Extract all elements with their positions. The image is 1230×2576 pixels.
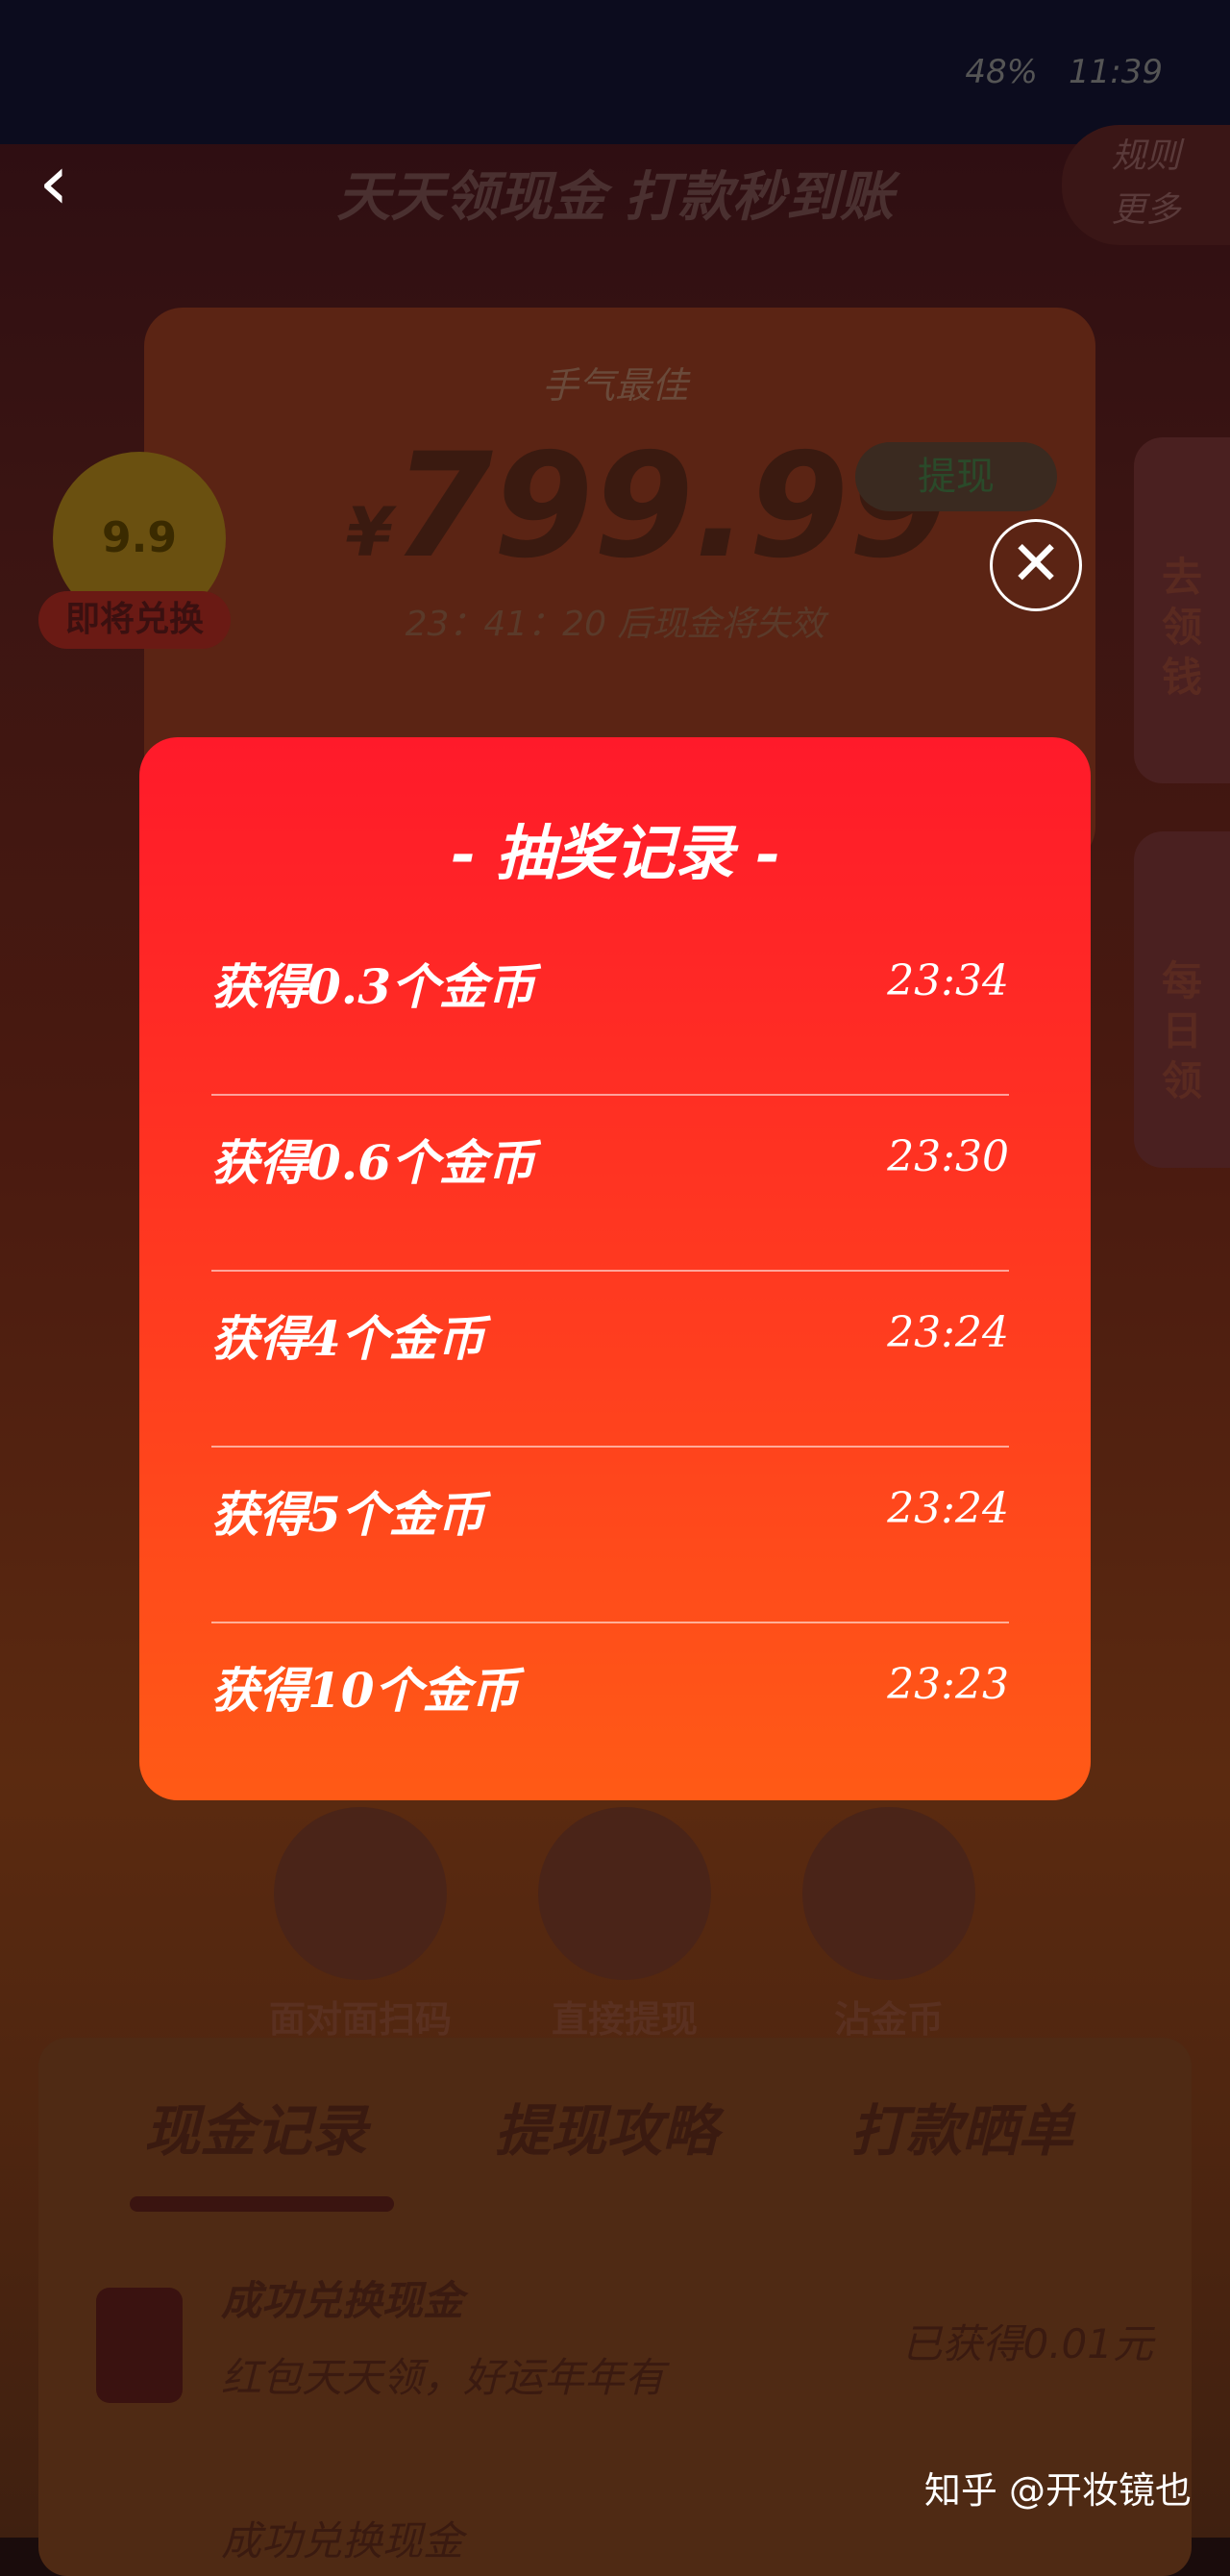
action-label: 面对面扫码: [268, 1998, 452, 2041]
tab-withdraw-guide[interactable]: 提现攻略: [495, 2086, 718, 2167]
action-coins[interactable]: 沾金币: [774, 1807, 1004, 2043]
tab-payout-share[interactable]: 打款晒单: [850, 2086, 1073, 2167]
page-title: 天天领现金 打款秒到账: [336, 166, 894, 229]
record-time: 23:24: [887, 1308, 1009, 1357]
record-time: 23:34: [887, 956, 1009, 1005]
qr-code-icon: [274, 1807, 447, 1980]
record-time: 23:24: [887, 1484, 1009, 1533]
wechat-icon: [538, 1807, 711, 1980]
action-scan[interactable]: 面对面扫码: [245, 1807, 476, 2043]
rules-badge[interactable]: 规则 更多: [1062, 125, 1230, 245]
record-label: 获得0.6个金币: [211, 1134, 535, 1191]
luck-label: 手气最佳: [541, 364, 688, 407]
record-title: 成功兑换现金: [221, 2517, 464, 2564]
currency-symbol: ¥: [346, 493, 393, 572]
list-item: 获得5个金币 23:24: [211, 1448, 1009, 1623]
record-title: 成功兑换现金: [221, 2277, 464, 2324]
record-label: 获得0.3个金币: [211, 958, 535, 1015]
tab-underline: [130, 2196, 394, 2212]
side-tab-char: 日: [1161, 1007, 1202, 1054]
side-tab-char: 钱: [1161, 654, 1202, 701]
modal-title: - 抽奖记录 -: [450, 818, 780, 888]
watermark: 知乎 @开妆镜也: [923, 2469, 1192, 2512]
side-tab-char: 去: [1161, 554, 1202, 601]
side-tab-char: 领: [1161, 1057, 1202, 1104]
record-time: 23:23: [887, 1660, 1009, 1709]
action-label: 直接提现: [551, 1998, 698, 2041]
record-label: 获得4个金币: [211, 1310, 485, 1367]
side-tab-char: 每: [1161, 957, 1202, 1004]
side-tab-char: 领: [1161, 604, 1202, 651]
side-tab-daily[interactable]: 每 日 领: [1134, 831, 1230, 1168]
amount-value: 799.99: [392, 423, 949, 590]
rules-badge-line: 规则: [1111, 136, 1181, 176]
cash-amount: ¥799.99: [346, 423, 949, 590]
battery-level: 48%: [965, 53, 1038, 91]
list-item: 获得10个金币 23:23: [211, 1623, 1009, 1799]
exchange-label: 即将兑换: [38, 591, 231, 649]
status-time: 11:39: [1069, 53, 1163, 91]
red-envelope-icon: [96, 2288, 183, 2403]
treasure-icon: [802, 1807, 975, 1980]
side-tab-get-money[interactable]: 去 领 钱: [1134, 437, 1230, 783]
close-button[interactable]: ✕: [990, 519, 1082, 611]
list-item: 获得0.3个金币 23:34: [211, 920, 1009, 1096]
record-subtitle: 红包天天领，好运年年有: [221, 2354, 666, 2401]
rules-badge-line: 更多: [1111, 190, 1181, 230]
record-amount: 已获得0.01元: [901, 2320, 1153, 2367]
record-time: 23:30: [887, 1132, 1009, 1181]
action-label: 沾金币: [833, 1998, 944, 2041]
list-item: 获得0.6个金币 23:30: [211, 1096, 1009, 1272]
list-item: 获得4个金币 23:24: [211, 1272, 1009, 1448]
record-label: 获得10个金币: [211, 1662, 519, 1719]
status-bar: 48% 11:39: [0, 0, 1230, 144]
record-label: 获得5个金币: [211, 1486, 485, 1543]
tab-cash-records[interactable]: 现金记录: [144, 2086, 367, 2167]
action-withdraw[interactable]: 直接提现: [509, 1807, 740, 2043]
lottery-records-modal: - 抽奖记录 - 获得0.3个金币 23:34 获得0.6个金币 23:30 获…: [139, 737, 1091, 1800]
withdraw-button[interactable]: 提现: [855, 442, 1057, 511]
